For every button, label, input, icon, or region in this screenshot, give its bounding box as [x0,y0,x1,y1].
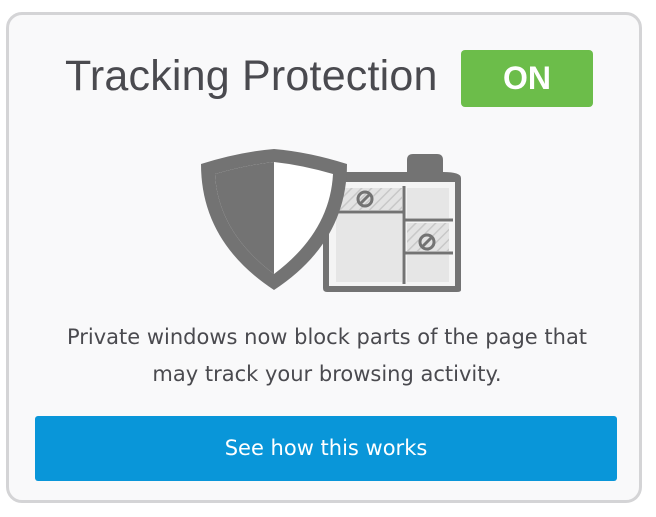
tracking-protection-panel: Tracking Protection ON Private windows n… [6,12,642,503]
status-badge: ON [461,50,593,107]
shield-and-blocked-page-icon [201,149,461,292]
panel-title: Tracking Protection [65,52,438,100]
see-how-this-works-button[interactable]: See how this works [35,416,617,481]
description-line-2: may track your browsing activity. [152,362,502,386]
description-line-1: Private windows now block parts of the p… [66,325,588,349]
panel-description: Private windows now block parts of the p… [29,319,625,393]
